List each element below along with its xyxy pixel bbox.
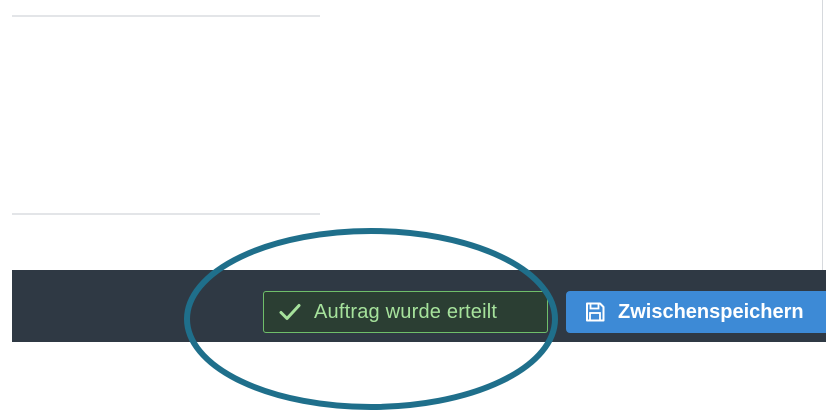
divider-bottom (12, 213, 320, 215)
order-status-label: Auftrag wurde erteilt (314, 300, 498, 323)
divider-top (12, 15, 320, 17)
floppy-disk-icon (586, 302, 605, 322)
save-draft-button[interactable]: Zwischenspeichern (566, 291, 826, 333)
check-icon (279, 304, 301, 320)
content-area (0, 0, 826, 270)
order-status-badge: Auftrag wurde erteilt (263, 291, 548, 333)
panel-edge (822, 0, 823, 270)
save-draft-label: Zwischenspeichern (618, 300, 804, 323)
footer-toolbar: Auftrag wurde erteilt Zwischenspeichern (12, 270, 826, 342)
